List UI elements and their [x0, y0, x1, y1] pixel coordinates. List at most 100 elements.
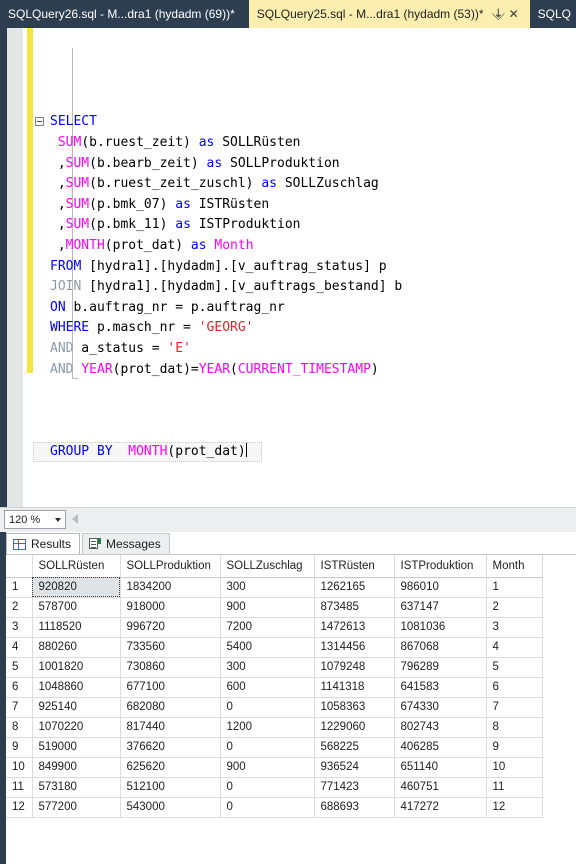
- table-cell[interactable]: 733560: [120, 637, 221, 658]
- table-row[interactable]: 5 1001820 730860 300 1079248 796289 5: [6, 657, 543, 678]
- code-line-8[interactable]: FROM [hydra1].[hydadm].[v_auftrag_status…: [33, 257, 576, 278]
- sql-code-text[interactable]: SELECT SUM(b.ruest_zeit) as SOLLRüsten ,…: [33, 28, 576, 507]
- code-line-17[interactable]: GROUP BY MONTH(prot_dat): [33, 441, 262, 463]
- table-cell[interactable]: 796289: [394, 657, 487, 678]
- table-cell[interactable]: 7200: [220, 617, 315, 638]
- code-line-16[interactable]: [33, 421, 576, 442]
- table-cell[interactable]: 3: [486, 617, 543, 638]
- row-number-cell[interactable]: 4: [6, 637, 33, 658]
- row-number-cell[interactable]: 12: [6, 797, 33, 818]
- column-header-sollrüsten[interactable]: SOLLRüsten: [32, 555, 121, 578]
- results-tab-messages[interactable]: Messages: [82, 533, 170, 554]
- table-cell[interactable]: 519000: [32, 737, 121, 758]
- table-cell[interactable]: 578700: [32, 597, 121, 618]
- table-row[interactable]: 12 577200 543000 0 688693 417272 12: [6, 797, 543, 818]
- code-line-2[interactable]: SUM(b.ruest_zeit) as SOLLRüsten: [33, 133, 576, 154]
- table-cell[interactable]: 849900: [32, 757, 121, 778]
- table-cell[interactable]: 8: [486, 717, 543, 738]
- table-row[interactable]: 4 880260 733560 5400 1314456 867068 4: [6, 637, 543, 658]
- table-cell[interactable]: 0: [220, 697, 315, 718]
- table-cell[interactable]: 677100: [120, 677, 221, 698]
- code-line-7[interactable]: ,MONTH(prot_dat) as Month: [33, 236, 576, 257]
- table-cell[interactable]: 802743: [394, 717, 487, 738]
- code-line-15[interactable]: [33, 401, 576, 422]
- table-cell[interactable]: 1058363: [314, 697, 395, 718]
- table-cell[interactable]: 637147: [394, 597, 487, 618]
- results-grid-container[interactable]: SOLLRüsten SOLLProduktion SOLLZuschlag ISTR…: [6, 554, 576, 865]
- table-cell[interactable]: 9: [486, 737, 543, 758]
- table-cell[interactable]: 1118520: [32, 617, 121, 638]
- table-cell[interactable]: 406285: [394, 737, 487, 758]
- table-cell[interactable]: 1472613: [314, 617, 395, 638]
- row-number-cell[interactable]: 10: [6, 757, 33, 778]
- table-cell[interactable]: 625620: [120, 757, 221, 778]
- table-cell[interactable]: 417272: [394, 797, 487, 818]
- code-line-14[interactable]: [33, 380, 576, 401]
- table-cell[interactable]: 543000: [120, 797, 221, 818]
- code-line-10[interactable]: ON b.auftrag_nr = p.auftrag_nr: [33, 298, 576, 319]
- table-cell[interactable]: 600: [220, 677, 315, 698]
- row-number-cell[interactable]: 3: [6, 617, 33, 638]
- table-cell[interactable]: 880260: [32, 637, 121, 658]
- table-row[interactable]: 11 573180 512100 0 771423 460751 11: [6, 777, 543, 798]
- table-cell[interactable]: 1141318: [314, 677, 395, 698]
- table-row[interactable]: 8 1070220 817440 1200 1229060 802743 8: [6, 717, 543, 738]
- table-cell[interactable]: 1314456: [314, 637, 395, 658]
- table-cell[interactable]: 936524: [314, 757, 395, 778]
- table-cell[interactable]: 918000: [120, 597, 221, 618]
- code-line-11[interactable]: WHERE p.masch_nr = 'GEORG': [33, 318, 576, 339]
- pane-collapse-arrow-icon[interactable]: [72, 514, 78, 524]
- table-cell[interactable]: 867068: [394, 637, 487, 658]
- table-cell[interactable]: 5400: [220, 637, 315, 658]
- table-cell[interactable]: 1229060: [314, 717, 395, 738]
- column-header-month[interactable]: Month: [486, 555, 543, 578]
- table-cell[interactable]: 1070220: [32, 717, 121, 738]
- document-tab-1[interactable]: SQLQuery26.sql - M...dra1 (hydadm (69))*: [0, 0, 249, 28]
- row-number-cell[interactable]: 5: [6, 657, 33, 678]
- table-cell[interactable]: 512100: [120, 777, 221, 798]
- close-tab-icon[interactable]: ✕: [506, 8, 522, 20]
- table-cell[interactable]: 900: [220, 597, 315, 618]
- table-cell[interactable]: 460751: [394, 777, 487, 798]
- pin-tab-icon[interactable]: ⇲: [488, 4, 508, 24]
- table-cell[interactable]: 573180: [32, 777, 121, 798]
- column-header-sollproduktion[interactable]: SOLLProduktion: [120, 555, 221, 578]
- editor-gutter[interactable]: [7, 28, 23, 507]
- table-cell[interactable]: 730860: [120, 657, 221, 678]
- row-number-cell[interactable]: 8: [6, 717, 33, 738]
- code-line-1[interactable]: SELECT: [33, 112, 576, 133]
- row-number-cell[interactable]: 2: [6, 597, 33, 618]
- row-number-cell[interactable]: 9: [6, 737, 33, 758]
- table-cell[interactable]: 1834200: [120, 577, 221, 598]
- table-cell[interactable]: 1048860: [32, 677, 121, 698]
- code-line-3[interactable]: ,SUM(b.bearb_zeit) as SOLLProduktion: [33, 154, 576, 175]
- table-cell[interactable]: 0: [220, 797, 315, 818]
- table-cell[interactable]: 771423: [314, 777, 395, 798]
- table-cell[interactable]: 12: [486, 797, 543, 818]
- table-cell[interactable]: 4: [486, 637, 543, 658]
- table-cell[interactable]: 5: [486, 657, 543, 678]
- table-cell[interactable]: 568225: [314, 737, 395, 758]
- table-cell[interactable]: 1262165: [314, 577, 395, 598]
- code-line-4[interactable]: ,SUM(b.ruest_zeit_zuschl) as SOLLZuschla…: [33, 174, 576, 195]
- row-number-cell[interactable]: 7: [6, 697, 33, 718]
- table-cell[interactable]: 577200: [32, 797, 121, 818]
- table-cell[interactable]: 996720: [120, 617, 221, 638]
- table-cell[interactable]: 6: [486, 677, 543, 698]
- table-cell[interactable]: 900: [220, 757, 315, 778]
- table-cell[interactable]: 1001820: [32, 657, 121, 678]
- table-row[interactable]: 3 1118520 996720 7200 1472613 1081036 3: [6, 617, 543, 638]
- table-cell[interactable]: 1081036: [394, 617, 487, 638]
- zoom-level-dropdown[interactable]: 120 %: [4, 510, 66, 529]
- table-cell[interactable]: 920820: [32, 577, 121, 598]
- collapse-region-icon[interactable]: [35, 117, 44, 127]
- table-cell[interactable]: 817440: [120, 717, 221, 738]
- table-row[interactable]: 9 519000 376620 0 568225 406285 9: [6, 737, 543, 758]
- column-header-sollzuschlag[interactable]: SOLLZuschlag: [220, 555, 315, 578]
- table-cell[interactable]: 925140: [32, 697, 121, 718]
- row-number-cell[interactable]: 1: [6, 577, 33, 598]
- table-row[interactable]: 10 849900 625620 900 936524 651140 10: [6, 757, 543, 778]
- table-cell[interactable]: 873485: [314, 597, 395, 618]
- table-cell[interactable]: 7: [486, 697, 543, 718]
- row-number-cell[interactable]: 11: [6, 777, 33, 798]
